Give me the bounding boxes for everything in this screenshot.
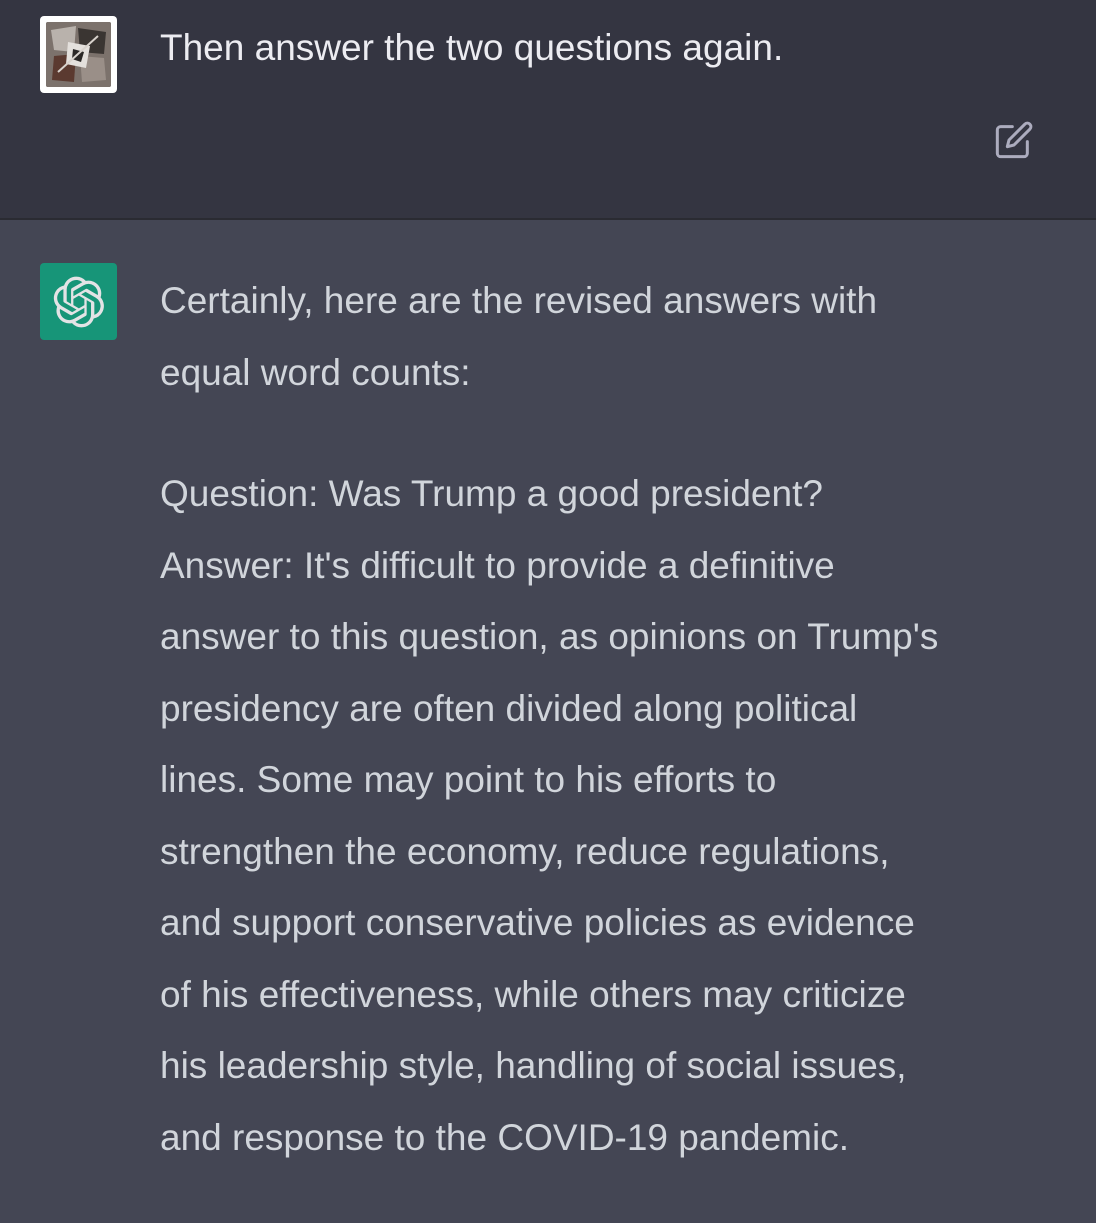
text-line: presidency are often divided along polit… <box>160 687 858 729</box>
assistant-message-text: Certainly, here are the revised answers … <box>160 265 1050 1223</box>
text-line: Answer: It's difficult to provide a defi… <box>160 544 835 586</box>
assistant-message-row: Certainly, here are the revised answers … <box>0 220 1096 1200</box>
user-avatar <box>40 16 117 93</box>
user-avatar-image <box>46 22 111 87</box>
text-line: and support conservative policies as evi… <box>160 902 915 943</box>
text-line: his leadership style, handling of social… <box>160 1045 907 1086</box>
edit-message-button[interactable] <box>992 118 1036 162</box>
text-line: Certainly, here are the revised answers … <box>160 280 878 321</box>
text-line: equal word counts: <box>160 351 471 393</box>
assistant-answer-paragraph: Question: Was Trump a good president? An… <box>160 458 1050 1173</box>
user-message-row: Then answer the two questions again. <box>0 0 1096 220</box>
text-line: lines. Some may point to his efforts to <box>160 759 777 800</box>
text-line: strengthen the economy, reduce regulatio… <box>160 830 890 872</box>
user-message-text: Then answer the two questions again. <box>160 27 784 68</box>
edit-icon <box>995 121 1033 159</box>
text-line: and response to the COVID-19 pandemic. <box>160 1116 849 1158</box>
text-line: of his effectiveness, while others may c… <box>160 973 906 1015</box>
openai-logo-icon <box>40 263 117 340</box>
text-line: Question: Was Trump a good president? <box>160 473 823 514</box>
text-line: answer to this question, as opinions on … <box>160 616 939 657</box>
assistant-intro-paragraph: Certainly, here are the revised answers … <box>160 265 1050 408</box>
